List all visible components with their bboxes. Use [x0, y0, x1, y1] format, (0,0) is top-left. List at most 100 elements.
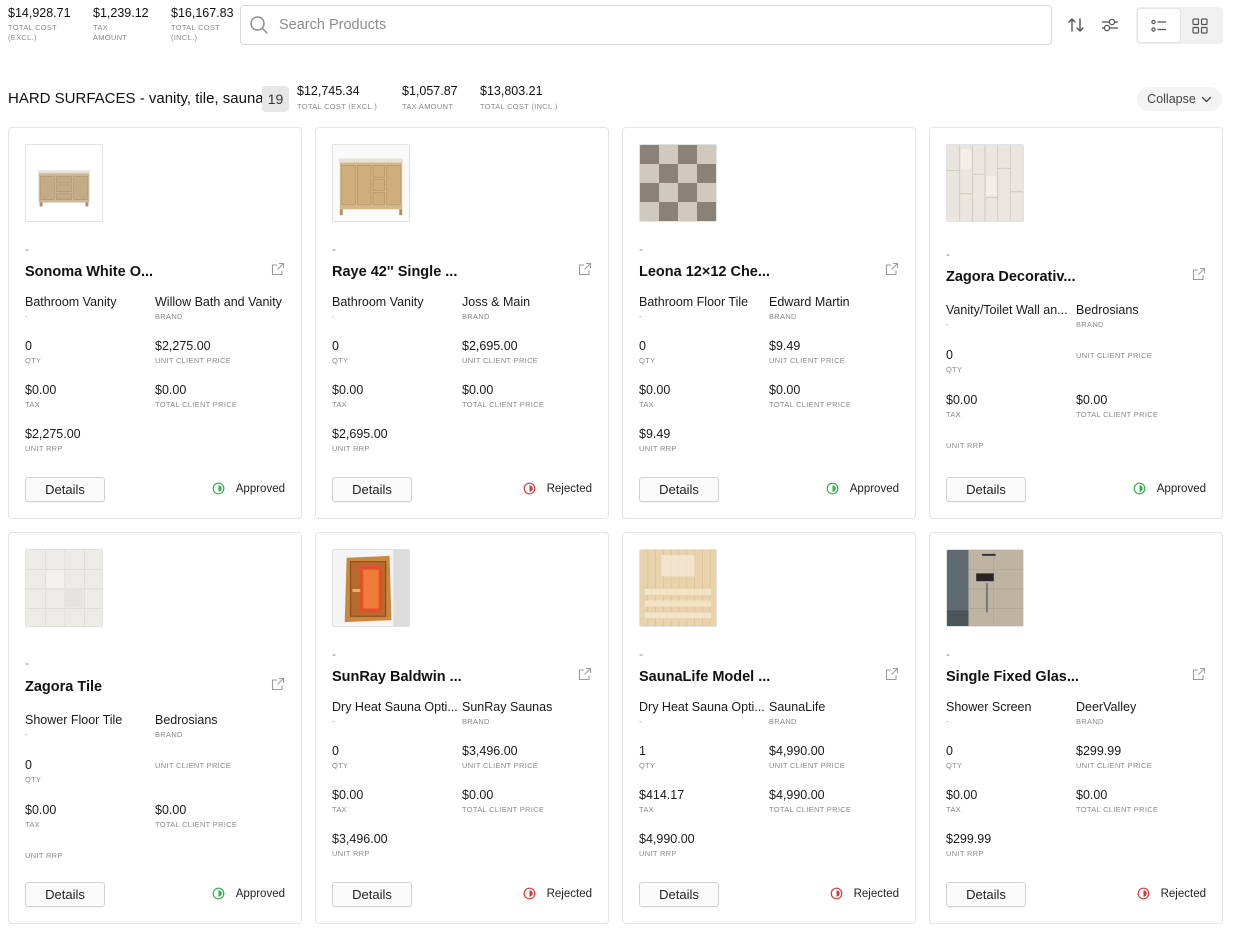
product-card[interactable]: - Single Fixed Glas... Shower Screen - D… [929, 532, 1223, 924]
filter-button[interactable] [1097, 12, 1123, 38]
product-code: - [946, 247, 950, 261]
sort-button[interactable] [1063, 12, 1089, 38]
total-client-price-value: $0.00 [155, 803, 187, 817]
chevron-down-icon [1201, 96, 1211, 102]
product-qty-label: QTY [639, 356, 656, 365]
product-category-value: Bathroom Floor Tile [639, 295, 749, 309]
product-image[interactable] [639, 549, 717, 627]
unit-rrp-label: UNIT RRP [332, 849, 370, 858]
product-tax: $0.00 TAX [946, 393, 1074, 419]
product-image[interactable] [946, 549, 1024, 627]
product-card[interactable]: - Zagora Decorativ... Vanity/Toilet Wall… [929, 127, 1223, 519]
external-link-icon[interactable] [885, 667, 899, 681]
product-brand-label: BRAND [155, 730, 183, 739]
product-qty: 0 QTY [946, 348, 1074, 374]
product-qty-value: 0 [946, 744, 953, 758]
details-button[interactable]: Details [332, 882, 412, 907]
rejected-status-icon [523, 887, 536, 900]
external-link-icon[interactable] [271, 677, 285, 691]
status-approved[interactable]: Approved [212, 887, 285, 900]
unit-client-price: UNIT CLIENT PRICE [155, 758, 231, 770]
status-label: Rejected [546, 482, 592, 495]
product-qty: 0 QTY [25, 758, 153, 784]
unit-rrp-label: UNIT RRP [332, 444, 370, 453]
details-button[interactable]: Details [639, 477, 719, 502]
status-label: Approved [849, 482, 899, 495]
product-category: Dry Heat Sauna Opti... - [332, 700, 460, 726]
product-brand-value: SunRay Saunas [462, 700, 553, 714]
product-card[interactable]: - Raye 42'' Single ... Bathroom Vanity -… [315, 127, 609, 519]
details-button[interactable]: Details [946, 882, 1026, 907]
external-link-icon[interactable] [271, 262, 285, 276]
total-client-price: $0.00 TOTAL CLIENT PRICE [155, 383, 237, 409]
details-button[interactable]: Details [25, 882, 105, 907]
collapse-label: Collapse [1147, 92, 1196, 106]
external-link-icon[interactable] [1192, 267, 1206, 281]
search-bar[interactable] [240, 5, 1052, 45]
product-title[interactable]: Zagora Tile [25, 679, 102, 695]
product-brand: SaunaLife BRAND [769, 700, 825, 726]
external-link-icon[interactable] [578, 262, 592, 276]
tax-amount-label: TAX AMOUNT [93, 23, 128, 42]
product-qty-label: QTY [946, 365, 963, 374]
external-link-icon[interactable] [1192, 667, 1206, 681]
product-image[interactable] [25, 144, 103, 222]
product-qty-label: QTY [25, 775, 42, 784]
status-rejected[interactable]: Rejected [523, 887, 592, 900]
status-rejected[interactable]: Rejected [1137, 887, 1206, 900]
total-client-price-value: $0.00 [1076, 788, 1108, 802]
product-qty: 0 QTY [25, 339, 153, 365]
product-title[interactable]: SaunaLife Model ... [639, 669, 770, 685]
group-tax-amount-label: TAX AMOUNT [402, 102, 454, 111]
list-view-button[interactable] [1138, 9, 1180, 42]
total-client-price-value: $0.00 [769, 383, 801, 397]
status-approved[interactable]: Approved [212, 482, 285, 495]
product-tax: $0.00 TAX [946, 788, 1074, 814]
grid-view-button[interactable] [1180, 9, 1222, 42]
status-label: Rejected [853, 887, 899, 900]
total-cost-incl-value: $16,167.83 [171, 6, 234, 20]
product-category: Shower Floor Tile - [25, 713, 153, 739]
list-view-icon [1151, 19, 1166, 32]
product-tax-label: TAX [25, 820, 40, 829]
unit-rrp-label: UNIT RRP [639, 849, 677, 858]
product-image[interactable] [332, 549, 410, 627]
product-title[interactable]: Single Fixed Glas... [946, 669, 1079, 685]
details-button[interactable]: Details [946, 477, 1026, 502]
product-card[interactable]: - SunRay Baldwin ... Dry Heat Sauna Opti… [315, 532, 609, 924]
details-button[interactable]: Details [332, 477, 412, 502]
details-button[interactable]: Details [25, 477, 105, 502]
product-code: - [946, 647, 950, 661]
product-title[interactable]: Leona 12×12 Che... [639, 264, 770, 280]
details-button[interactable]: Details [639, 882, 719, 907]
rejected-status-icon [523, 482, 536, 495]
product-card[interactable]: - Zagora Tile Shower Floor Tile - Bedros… [8, 532, 302, 924]
product-title[interactable]: SunRay Baldwin ... [332, 669, 462, 685]
product-image[interactable] [639, 144, 717, 222]
status-approved[interactable]: Approved [1133, 482, 1206, 495]
product-card[interactable]: - Sonoma White O... Bathroom Vanity - Wi… [8, 127, 302, 519]
status-rejected[interactable]: Rejected [523, 482, 592, 495]
product-card[interactable]: - SaunaLife Model ... Dry Heat Sauna Opt… [622, 532, 916, 924]
product-category-value: Bathroom Vanity [332, 295, 424, 309]
product-tax-value: $0.00 [332, 383, 364, 397]
status-rejected[interactable]: Rejected [830, 887, 899, 900]
product-image[interactable] [332, 144, 410, 222]
product-image[interactable] [25, 549, 103, 627]
product-title[interactable]: Zagora Decorativ... [946, 269, 1075, 285]
product-card[interactable]: - Leona 12×12 Che... Bathroom Floor Tile… [622, 127, 916, 519]
external-link-icon[interactable] [578, 667, 592, 681]
product-brand-value: Bedrosians [155, 713, 218, 727]
product-image[interactable] [946, 144, 1024, 222]
product-category: Shower Screen - [946, 700, 1074, 726]
product-title[interactable]: Raye 42'' Single ... [332, 264, 457, 280]
product-title[interactable]: Sonoma White O... [25, 264, 153, 280]
search-input[interactable] [279, 17, 979, 33]
collapse-button[interactable]: Collapse [1137, 87, 1222, 111]
status-approved[interactable]: Approved [826, 482, 899, 495]
external-link-icon[interactable] [885, 262, 899, 276]
group-tax-amount: $1,057.87 TAX AMOUNT [402, 84, 458, 111]
product-category-value: Shower Screen [946, 700, 1032, 714]
product-category-value: Vanity/Toilet Wall an... [946, 303, 1068, 317]
product-brand: SunRay Saunas BRAND [462, 700, 552, 726]
